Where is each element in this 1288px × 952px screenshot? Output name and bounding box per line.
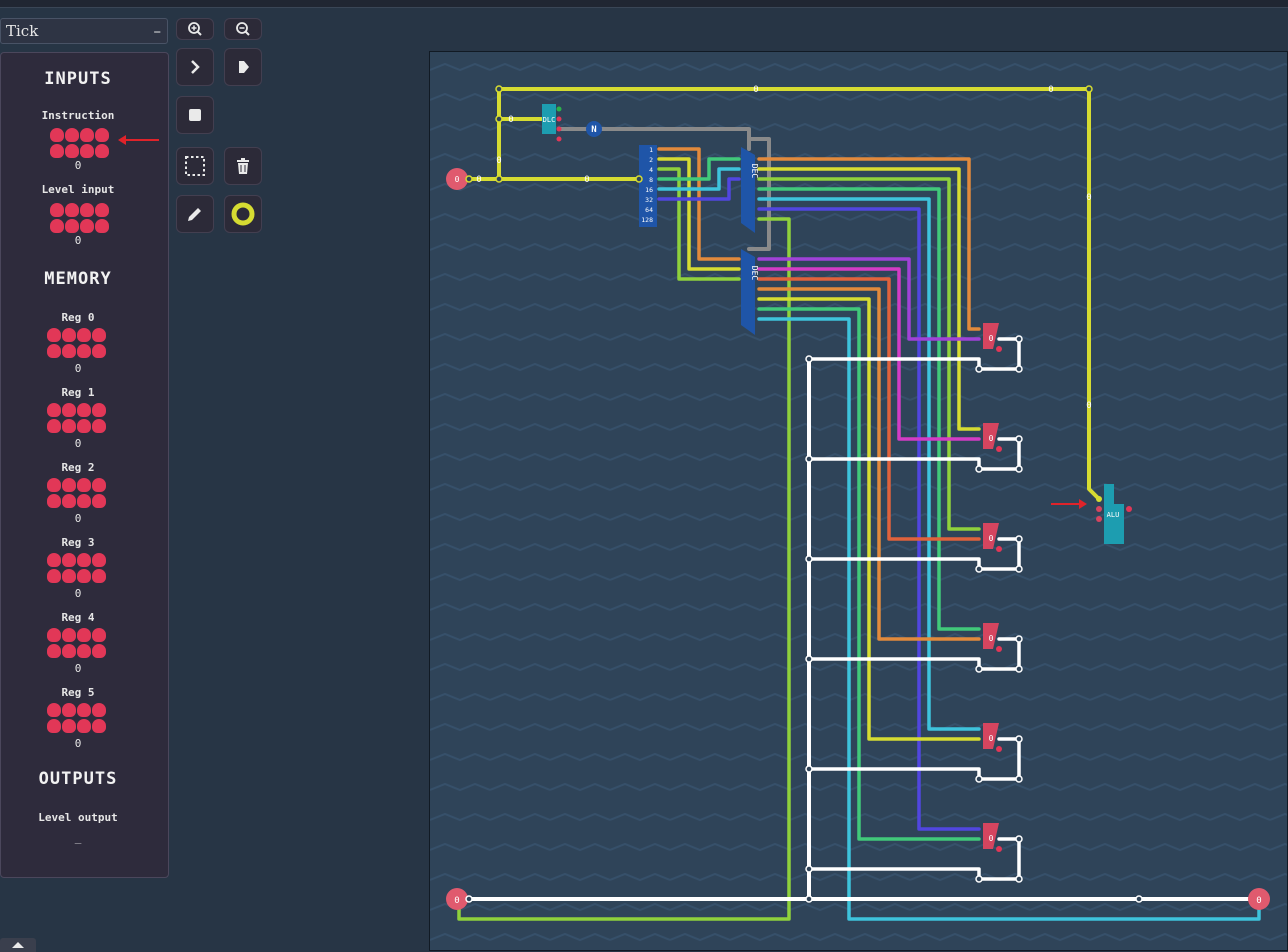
level-input-value: 0 — [74, 234, 82, 247]
zoom-out-icon — [236, 22, 250, 36]
wire-value-label: 0 — [1086, 193, 1091, 203]
wire-orange-split — [657, 147, 741, 261]
svg-text:N: N — [591, 125, 596, 135]
io-panel: INPUTS Instruction 0 Level input 0 MEMOR… — [0, 52, 169, 878]
reg5-label: Reg 5 — [61, 686, 95, 699]
reg4-label: Reg 4 — [61, 611, 95, 624]
wire-cyan-bus — [757, 317, 1261, 921]
wire-lime-bus — [457, 217, 791, 921]
pencil-button[interactable] — [176, 195, 214, 233]
zoom-in-button[interactable] — [176, 18, 214, 40]
instruction-value: 0 — [74, 159, 82, 172]
wire-value-label: 0 — [1086, 401, 1091, 411]
level-output-label: Level output — [38, 811, 118, 824]
svg-text:0: 0 — [989, 434, 994, 443]
svg-text:DEC: DEC — [750, 266, 759, 281]
step-button[interactable] — [176, 48, 214, 86]
reg2-display — [47, 478, 107, 508]
alu — [1104, 484, 1114, 504]
decoder-1 — [741, 147, 755, 233]
pencil-icon — [188, 208, 201, 221]
reg2-label: Reg 2 — [61, 461, 95, 474]
reg0-display — [47, 328, 107, 358]
tick-dropdown-value: Tick — [6, 22, 39, 40]
reg0-value: 0 — [74, 362, 82, 375]
svg-text:4: 4 — [649, 166, 653, 174]
delete-button[interactable] — [224, 147, 262, 185]
reg1-value: 0 — [74, 437, 82, 450]
wire-value-label: 0 — [584, 175, 589, 185]
reg1-label: Reg 1 — [61, 386, 95, 399]
reg3-value: 0 — [74, 587, 82, 600]
zoom-in-icon — [188, 22, 202, 36]
circuit-canvas[interactable]: 0 0 0 0 0 0 0 0 0 DLC N 1 2 4 8 16 32 64 — [429, 51, 1288, 951]
run-button[interactable] — [224, 48, 262, 86]
svg-text:1: 1 — [649, 146, 653, 154]
wire-value-label: 0 — [753, 85, 758, 95]
svg-text:64: 64 — [645, 206, 653, 214]
color-ring-icon — [231, 202, 255, 226]
reg0-label: Reg 0 — [61, 311, 95, 324]
circuit-wires: 0 0 0 0 0 0 0 0 0 DLC N 1 2 4 8 16 32 64 — [446, 85, 1270, 921]
reg2-value: 0 — [74, 512, 82, 525]
top-bar — [0, 0, 1288, 8]
level-input-label: Level input — [41, 183, 115, 196]
svg-text:0: 0 — [989, 334, 994, 343]
level-output-value: _ — [74, 831, 82, 844]
svg-text:16: 16 — [645, 186, 653, 194]
svg-text:ALU: ALU — [1107, 511, 1120, 519]
level-input[interactable] — [50, 203, 110, 233]
stop-icon — [189, 109, 201, 121]
panel-toggle-button[interactable] — [0, 938, 36, 952]
outputs-title: OUTPUTS — [38, 769, 118, 789]
selection-icon — [185, 156, 205, 176]
reg5-value: 0 — [74, 737, 82, 750]
svg-text:128: 128 — [641, 216, 653, 224]
collapse-icon[interactable]: – — [154, 22, 162, 40]
svg-text:0: 0 — [989, 734, 994, 743]
instruction-label: Instruction — [41, 109, 115, 122]
reg5-display — [47, 703, 107, 733]
reg4-value: 0 — [74, 662, 82, 675]
reg4-display — [47, 628, 107, 658]
tick-dropdown[interactable]: Tick – — [0, 18, 168, 44]
svg-text:0: 0 — [454, 896, 459, 906]
svg-text:DEC: DEC — [750, 164, 759, 179]
chevron-right-icon — [191, 60, 200, 74]
reg3-label: Reg 3 — [61, 536, 95, 549]
stop-button[interactable] — [176, 96, 214, 134]
wire-color-button[interactable] — [224, 195, 262, 233]
svg-text:0: 0 — [989, 634, 994, 643]
svg-text:0: 0 — [455, 175, 460, 184]
inputs-title: INPUTS — [44, 69, 112, 89]
svg-text:2: 2 — [649, 156, 653, 164]
select-button[interactable] — [176, 147, 214, 185]
svg-text:DLC: DLC — [543, 116, 556, 124]
instruction-input[interactable] — [50, 128, 110, 158]
wire-value-label: 0 — [508, 115, 513, 125]
svg-text:0: 0 — [989, 534, 994, 543]
reg3-display — [47, 553, 107, 583]
play-icon — [239, 61, 249, 73]
reg1-display — [47, 403, 107, 433]
svg-text:32: 32 — [645, 196, 653, 204]
wire-value-label: 0 — [1048, 85, 1053, 95]
zoom-out-button[interactable] — [224, 18, 262, 40]
wire-value-label: 0 — [476, 175, 481, 185]
svg-text:0: 0 — [1256, 896, 1261, 906]
svg-text:8: 8 — [649, 176, 653, 184]
instruction-pointer-arrow — [118, 135, 159, 145]
decoder-2 — [741, 249, 755, 335]
trash-icon — [237, 158, 249, 174]
svg-text:0: 0 — [989, 834, 994, 843]
memory-title: MEMORY — [44, 269, 112, 289]
wire-value-label: 0 — [496, 156, 501, 166]
